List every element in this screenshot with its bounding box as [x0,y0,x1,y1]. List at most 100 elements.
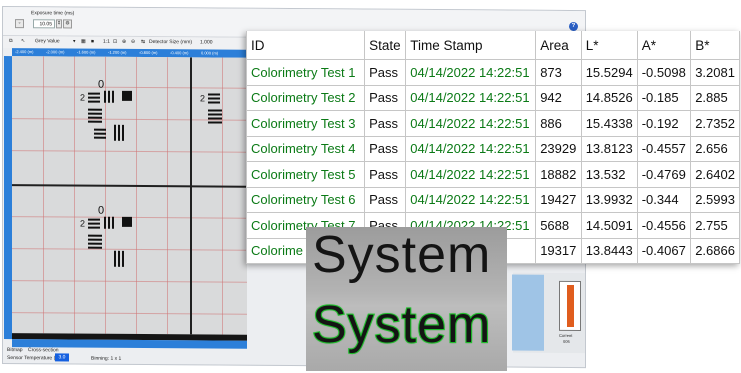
cell-l: 14.8526 [580,84,638,111]
cell-a: -0.185 [636,84,692,111]
ruler-tick-label: -1.600 (m) [77,49,96,55]
cell-a: -0.4556 [636,212,692,239]
cell-time-stamp: 04/14/2022 14:22:51 [405,161,537,188]
ruler-tick-label: -2.000 (m) [46,49,65,55]
cell-state: Pass [364,59,407,86]
current-bar [567,284,574,327]
cell-b: 3.2081 [690,59,740,86]
crosshair-vertical [190,57,192,335]
tab-bitmap[interactable]: Bitmap [7,347,23,353]
cell-area: 18882 [535,161,582,188]
cell-id: Colorimetry Test 4 [246,135,366,162]
cell-l: 13.8443 [580,237,638,264]
cell-state: Pass [364,135,407,162]
column-header-b[interactable]: B* [690,31,740,60]
cell-a: -0.4506 [636,263,692,264]
column-header-time-stamp[interactable]: Time Stamp [405,31,537,60]
table-row[interactable]: Colorimetry Test 2 Pass 04/14/2022 14:22:5… [246,84,740,111]
table-row[interactable]: Colorimetry Test 6 Pass 04/14/2022 14:22:5… [246,186,740,213]
cell-state: Pass [364,110,407,137]
inspected-text-original: System [312,227,492,284]
cell-a: -0.4557 [636,135,692,162]
table-row[interactable]: Colorimetry Test 5 Pass 04/14/2022 14:22:5… [246,161,740,188]
cell-area: 886 [535,110,582,137]
cell-time-stamp: 04/14/2022 14:22:51 [405,110,537,137]
display-mode-select[interactable]: Grey Value [35,38,60,44]
ruler-icon[interactable]: ↹ [141,39,145,45]
resolution-target: 0 2 [80,205,150,283]
exposure-label: Exposure time (ms) [31,10,75,17]
column-header-a[interactable]: A* [636,31,692,60]
cell-area: 12822 [535,263,582,264]
cell-id: Colorimetry Test 6 [246,186,366,213]
zoom-ratio[interactable]: 1:1 [103,39,110,45]
cell-l: 13.532 [580,161,638,188]
cell-area: 23929 [535,135,582,162]
cell-area: 5688 [535,212,582,239]
exposure-stepper[interactable]: ⇕ [56,19,62,29]
cell-area: 873 [535,59,582,86]
cell-a: -0.4067 [636,237,692,264]
inspected-text-outlined: System [311,295,492,355]
histogram-panel [512,274,544,351]
column-header-l[interactable]: L* [580,31,638,60]
ruler-tick-label: -0.400 (m) [170,50,189,56]
cell-id: Colorimetry Test 1 [246,59,366,86]
help-icon[interactable]: ? [569,21,578,32]
zoom-out-icon[interactable]: ⊖ [131,39,135,45]
ruler-tick-label: -1.200 (m) [108,49,127,55]
cell-b: 2.6866 [690,237,740,264]
crosshair-horizontal [12,184,247,188]
cell-time-stamp: 04/14/2022 14:22:51 [405,135,537,162]
cell-b: 2.5993 [690,186,740,213]
camera-image-view[interactable]: 0 2 2 0 2 [12,56,247,335]
cell-b: 2.6402 [690,161,740,188]
cell-id: Colorimetry Test 2 [246,84,366,111]
left-ruler [4,56,12,340]
exposure-input[interactable]: 10.05 [33,19,55,29]
cell-l: 14.2472 [580,263,638,264]
sensor-temperature-label: Sensor Temperature (C) [7,355,61,362]
zoom-in-icon[interactable]: ⊕ [122,39,126,45]
cell-l: 15.4338 [580,110,638,137]
tab-cross-section[interactable]: Cross-section [28,347,59,353]
binning-label: Binning: 1 x 1 [91,355,122,362]
cell-b: 2.755 [690,212,740,239]
cell-state: Pass [364,161,407,188]
dropdown-arrow-icon[interactable]: ▾ [73,38,76,44]
cell-l: 15.5294 [580,59,638,86]
current-label: Current [559,332,573,338]
sensor-temperature-value: 3.0 [55,353,69,362]
fit-icon[interactable]: ⊡ [113,39,117,45]
grid-icon[interactable]: ▦ [81,39,86,45]
cell-a: -0.192 [636,110,692,137]
copy-icon[interactable]: ⧉ [9,38,13,44]
cell-time-stamp: 04/14/2022 14:22:51 [405,59,537,86]
cell-l: 13.9932 [580,186,638,213]
cell-area: 19427 [535,186,582,213]
cell-l: 14.5091 [580,212,638,239]
exposure-settings-icon[interactable]: ⚙ [63,19,72,29]
column-header-id[interactable]: ID [246,31,366,60]
cell-b: 2.8066 [690,263,740,264]
table-row[interactable]: Colorimetry Test 1 Pass 04/14/2022 14:22:5… [246,59,740,86]
cell-state: Pass [364,186,407,213]
cell-b: 2.656 [690,135,740,162]
table-row[interactable]: Colorimetry Test 4 Pass 04/14/2022 14:22:5… [246,135,740,162]
cell-a: -0.4769 [636,161,692,188]
cell-a: -0.5098 [636,59,692,86]
table-row[interactable]: Colorimetry Test 3 Pass 04/14/2022 14:22:5… [246,110,740,137]
detector-size-label: Detector Size (mm) [149,39,193,46]
ruler-tick-label: 0.000 (m) [201,50,219,56]
cell-a: -0.344 [636,186,692,213]
view-tabs: Bitmap Cross-section [7,347,59,353]
column-header-state[interactable]: State [364,31,407,60]
snapshot-button[interactable]: ▫ [15,19,24,29]
cell-area: 942 [535,84,582,111]
cell-b: 2.7352 [690,110,740,137]
detector-size-value[interactable]: 1.000 [200,39,213,45]
stop-icon[interactable]: ■ [91,39,94,45]
pointer-icon[interactable]: ↖ [21,38,25,44]
cell-area: 19317 [535,237,582,264]
column-header-area[interactable]: Area [535,31,582,60]
